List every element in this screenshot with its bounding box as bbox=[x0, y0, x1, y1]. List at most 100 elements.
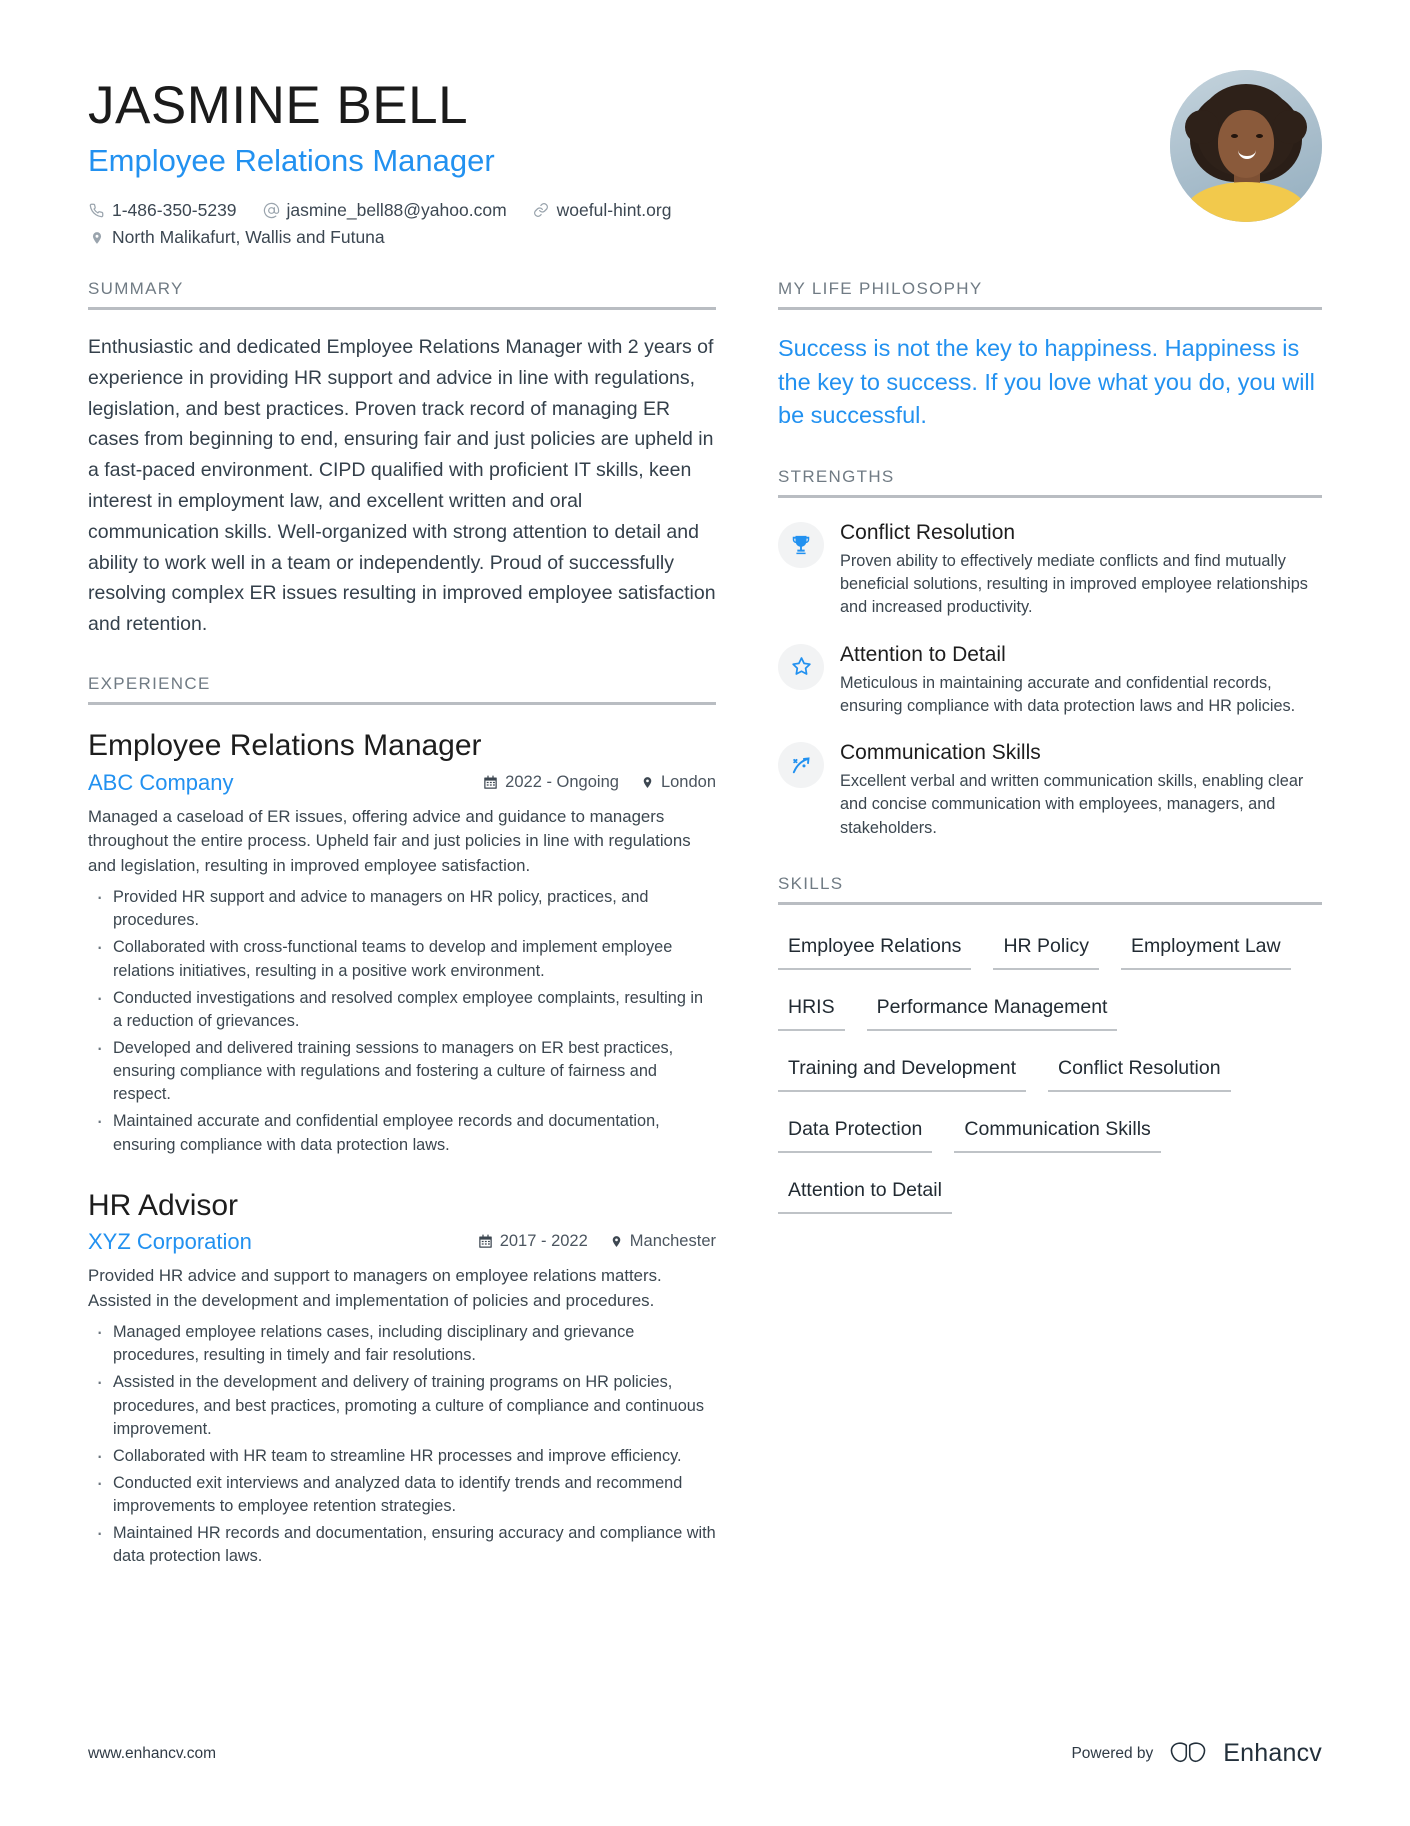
skill-tag: Conflict Resolution bbox=[1048, 1049, 1231, 1092]
job-location: Manchester bbox=[610, 1232, 716, 1251]
phone-value: 1-486-350-5239 bbox=[112, 199, 237, 220]
brand-name: Enhancv bbox=[1223, 1739, 1322, 1767]
job-meta-right: 2017 - 2022 Manchester bbox=[478, 1232, 716, 1251]
skills-divider bbox=[778, 901, 1322, 905]
philosophy-section: MY LIFE PHILOSOPHY Success is not the ke… bbox=[778, 279, 1322, 433]
skill-tag: HR Policy bbox=[993, 927, 1100, 970]
experience-divider bbox=[88, 702, 716, 706]
avatar-eye-left bbox=[1231, 134, 1238, 138]
at-sign-icon bbox=[263, 202, 280, 219]
avatar-face bbox=[1218, 110, 1274, 178]
philosophy-quote: Success is not the key to happiness. Hap… bbox=[778, 335, 1315, 429]
job-bullet: Conducted investigations and resolved co… bbox=[88, 982, 716, 1033]
contact-line-2: North Malikafurt, Wallis and Futuna bbox=[88, 224, 1170, 251]
header-left: JASMINE BELL Employee Relations Manager … bbox=[88, 70, 1170, 251]
job-role: Employee Relations Manager bbox=[88, 729, 482, 763]
skill-tag: Employment Law bbox=[1121, 927, 1291, 970]
strength-item: Conflict Resolution Proven ability to ef… bbox=[778, 520, 1322, 620]
strength-title: Communication Skills bbox=[840, 741, 1041, 765]
job-company[interactable]: XYZ Corporation bbox=[88, 1229, 252, 1255]
strength-item: Attention to Detail Meticulous in mainta… bbox=[778, 642, 1322, 719]
job-bullet: Collaborated with cross-functional teams… bbox=[88, 931, 716, 982]
skill-tag: Performance Management bbox=[866, 988, 1118, 1031]
calendar-icon bbox=[478, 1234, 493, 1249]
powered-by-label: Powered by bbox=[1071, 1744, 1154, 1762]
job-bullet: Maintained HR records and documentation,… bbox=[88, 1517, 716, 1568]
job-meta-row: ABC Company 2022 - Ongoing London bbox=[88, 770, 716, 796]
summary-heading: SUMMARY bbox=[88, 279, 184, 299]
contact-line-1: 1-486-350-5239 jasmine_bell88@yahoo.com bbox=[88, 197, 1170, 224]
strength-body: Communication Skills Excellent verbal an… bbox=[840, 740, 1322, 840]
skill-tag: Attention to Detail bbox=[778, 1171, 952, 1214]
avatar-image bbox=[1170, 70, 1322, 222]
job-bullet: Conducted exit interviews and analyzed d… bbox=[88, 1467, 716, 1518]
link-icon bbox=[533, 202, 550, 218]
job-dates-value: 2022 - Ongoing bbox=[505, 772, 619, 791]
strength-item: Communication Skills Excellent verbal an… bbox=[778, 740, 1322, 840]
skill-tag: Employee Relations bbox=[778, 927, 972, 970]
job-bullets: Managed employee relations cases, includ… bbox=[88, 1316, 716, 1568]
strength-description: Meticulous in maintaining accurate and c… bbox=[840, 673, 1296, 715]
job-description: Managed a caseload of ER issues, offerin… bbox=[88, 806, 691, 875]
summary-section: SUMMARY Enthusiastic and dedicated Emplo… bbox=[88, 279, 716, 640]
philosophy-divider bbox=[778, 307, 1322, 311]
job-title-subtitle: Employee Relations Manager bbox=[88, 142, 495, 178]
strength-body: Conflict Resolution Proven ability to ef… bbox=[840, 520, 1322, 620]
avatar-eye-right bbox=[1256, 134, 1263, 138]
resume-header: JASMINE BELL Employee Relations Manager … bbox=[88, 70, 1322, 251]
contact-website[interactable]: woeful-hint.org bbox=[533, 197, 672, 224]
website-value: woeful-hint.org bbox=[556, 199, 672, 220]
summary-divider bbox=[88, 307, 716, 311]
job-bullet: Maintained accurate and confidential emp… bbox=[88, 1105, 716, 1156]
skill-tag: Communication Skills bbox=[954, 1110, 1161, 1153]
experience-heading: EXPERIENCE bbox=[88, 674, 211, 694]
trophy-icon bbox=[778, 521, 824, 568]
strength-description: Excellent verbal and written communicati… bbox=[840, 772, 1304, 837]
summary-text: Enthusiastic and dedicated Employee Rela… bbox=[88, 336, 716, 636]
job-location-value: Manchester bbox=[629, 1232, 716, 1251]
footer-branding: Powered by Enhancv bbox=[1071, 1739, 1322, 1768]
page-footer: www.enhancv.com Powered by Enhancv bbox=[88, 1739, 1322, 1768]
skill-tag: Data Protection bbox=[778, 1110, 933, 1153]
phone-icon bbox=[88, 203, 105, 218]
page-title: JASMINE BELL bbox=[88, 76, 469, 135]
job-role: HR Advisor bbox=[88, 1188, 239, 1222]
skills-heading: SKILLS bbox=[778, 873, 844, 893]
contact-location: North Malikafurt, Wallis and Futuna bbox=[88, 224, 385, 251]
job-meta-right: 2022 - Ongoing London bbox=[483, 773, 716, 792]
skills-section: SKILLS Employee Relations HR Policy Empl… bbox=[778, 874, 1322, 1232]
footer-site-url[interactable]: www.enhancv.com bbox=[88, 1745, 216, 1763]
experience-section: EXPERIENCE Employee Relations Manager AB… bbox=[88, 674, 716, 1569]
job-bullet: Collaborated with HR team to streamline … bbox=[88, 1440, 716, 1471]
contact-phone[interactable]: 1-486-350-5239 bbox=[88, 197, 237, 224]
job-bullet: Managed employee relations cases, includ… bbox=[88, 1316, 716, 1367]
experience-item: HR Advisor XYZ Corporation 2017 - 2022 M… bbox=[88, 1187, 716, 1569]
job-meta-row: XYZ Corporation 2017 - 2022 Manchester bbox=[88, 1229, 716, 1255]
job-location: London bbox=[641, 773, 716, 792]
contact-details: 1-486-350-5239 jasmine_bell88@yahoo.com bbox=[88, 197, 1170, 251]
calendar-icon bbox=[483, 775, 498, 790]
job-dates-value: 2017 - 2022 bbox=[499, 1232, 588, 1251]
enhancv-logo-icon bbox=[1167, 1741, 1209, 1767]
location-value: North Malikafurt, Wallis and Futuna bbox=[112, 226, 385, 247]
map-pin-icon bbox=[610, 1234, 623, 1249]
job-bullet: Assisted in the development and delivery… bbox=[88, 1366, 716, 1440]
job-dates: 2022 - Ongoing bbox=[483, 773, 619, 792]
map-pin-icon bbox=[641, 775, 654, 790]
skill-tag: HRIS bbox=[778, 988, 845, 1031]
resume-page: JASMINE BELL Employee Relations Manager … bbox=[0, 0, 1410, 1826]
left-column: SUMMARY Enthusiastic and dedicated Emplo… bbox=[88, 279, 760, 1603]
philosophy-heading: MY LIFE PHILOSOPHY bbox=[778, 279, 983, 299]
right-column: MY LIFE PHILOSOPHY Success is not the ke… bbox=[760, 279, 1322, 1266]
job-description: Provided HR advice and support to manage… bbox=[88, 1266, 662, 1310]
contact-email[interactable]: jasmine_bell88@yahoo.com bbox=[263, 197, 507, 224]
job-company[interactable]: ABC Company bbox=[88, 770, 234, 796]
avatar bbox=[1170, 70, 1322, 222]
experience-item: Employee Relations Manager ABC Company 2 bbox=[88, 727, 716, 1157]
skills-list: Employee Relations HR Policy Employment … bbox=[778, 927, 1322, 1232]
job-location-value: London bbox=[660, 772, 716, 791]
strength-body: Attention to Detail Meticulous in mainta… bbox=[840, 642, 1322, 719]
strengths-divider bbox=[778, 494, 1322, 498]
job-bullet: Provided HR support and advice to manage… bbox=[88, 881, 716, 932]
job-bullet: Developed and delivered training session… bbox=[88, 1032, 716, 1106]
